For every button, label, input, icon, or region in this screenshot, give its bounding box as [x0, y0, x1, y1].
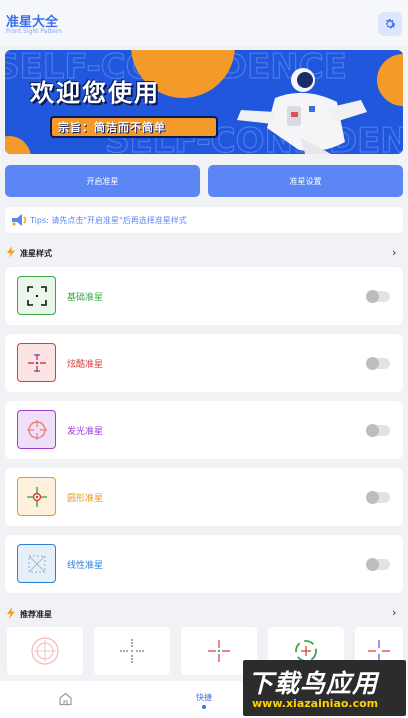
bracket-crosshair-icon: [17, 276, 56, 315]
style-label-line: 线性准星: [67, 561, 104, 571]
styles-section-title: 准星样式: [20, 249, 52, 258]
target-crosshair-icon: [31, 637, 59, 665]
watermark-text: 下载鸟应用: [248, 669, 379, 698]
banner-title: 欢迎您使用: [30, 79, 160, 107]
banner-tagline: 宗旨：简洁而不简单: [58, 121, 166, 134]
cool-crosshair-icon: [17, 343, 56, 382]
watermark-url: www.xiazainiao.com: [252, 697, 379, 710]
style-label-circle: 圆形准星: [67, 494, 104, 504]
style-card-line[interactable]: 线性准星: [5, 535, 403, 593]
toggle-glow[interactable]: [366, 424, 390, 437]
toggle-knob: [366, 424, 379, 437]
crosshair-settings-button[interactable]: 准星设置: [208, 165, 403, 197]
style-label-glow: 发光准星: [67, 427, 104, 437]
style-label-cool: 炫酷准星: [67, 360, 104, 370]
chevron-right-icon[interactable]: ›: [392, 606, 396, 619]
toggle-knob: [366, 357, 379, 370]
start-crosshair-button[interactable]: 开启准星: [5, 165, 200, 197]
style-card-circle[interactable]: 圆形准星: [5, 468, 403, 526]
circle-crosshair-icon: [17, 477, 56, 516]
toggle-basic[interactable]: [366, 290, 390, 303]
style-label-basic: 基础准星: [67, 293, 104, 303]
lightning-icon: [7, 607, 15, 619]
colored-crosshair-icon: [208, 640, 230, 662]
toggle-line[interactable]: [366, 558, 390, 571]
glow-crosshair-icon: [17, 410, 56, 449]
home-icon[interactable]: [58, 692, 73, 706]
app-subtitle: Front Sight Pattern: [6, 28, 63, 35]
style-card-cool[interactable]: 炫酷准星: [5, 334, 403, 392]
app-header: [0, 0, 408, 46]
gear-icon: [385, 19, 396, 29]
recommend-tile-1[interactable]: [7, 627, 83, 675]
active-tab-indicator: [202, 705, 206, 709]
megaphone-icon: [12, 214, 27, 226]
recommend-section-title: 推荐准星: [20, 610, 52, 619]
toggle-circle[interactable]: [366, 491, 390, 504]
line-crosshair-icon: [17, 544, 56, 583]
recommend-tile-2[interactable]: [94, 627, 170, 675]
style-card-basic[interactable]: 基础准星: [5, 267, 403, 325]
toggle-knob: [366, 558, 379, 571]
style-card-glow[interactable]: 发光准星: [5, 401, 403, 459]
lightning-icon: [7, 246, 15, 258]
toggle-knob: [366, 290, 379, 303]
tab-quick[interactable]: 快捷: [196, 692, 212, 703]
dashed-crosshair-icon: [120, 639, 144, 663]
tips-text: Tips: 请先点击"开启准星"后再选择准星样式: [30, 216, 187, 225]
chevron-right-icon[interactable]: ›: [392, 246, 396, 259]
toggle-cool[interactable]: [366, 357, 390, 370]
settings-button[interactable]: [378, 12, 402, 36]
toggle-knob: [366, 491, 379, 504]
